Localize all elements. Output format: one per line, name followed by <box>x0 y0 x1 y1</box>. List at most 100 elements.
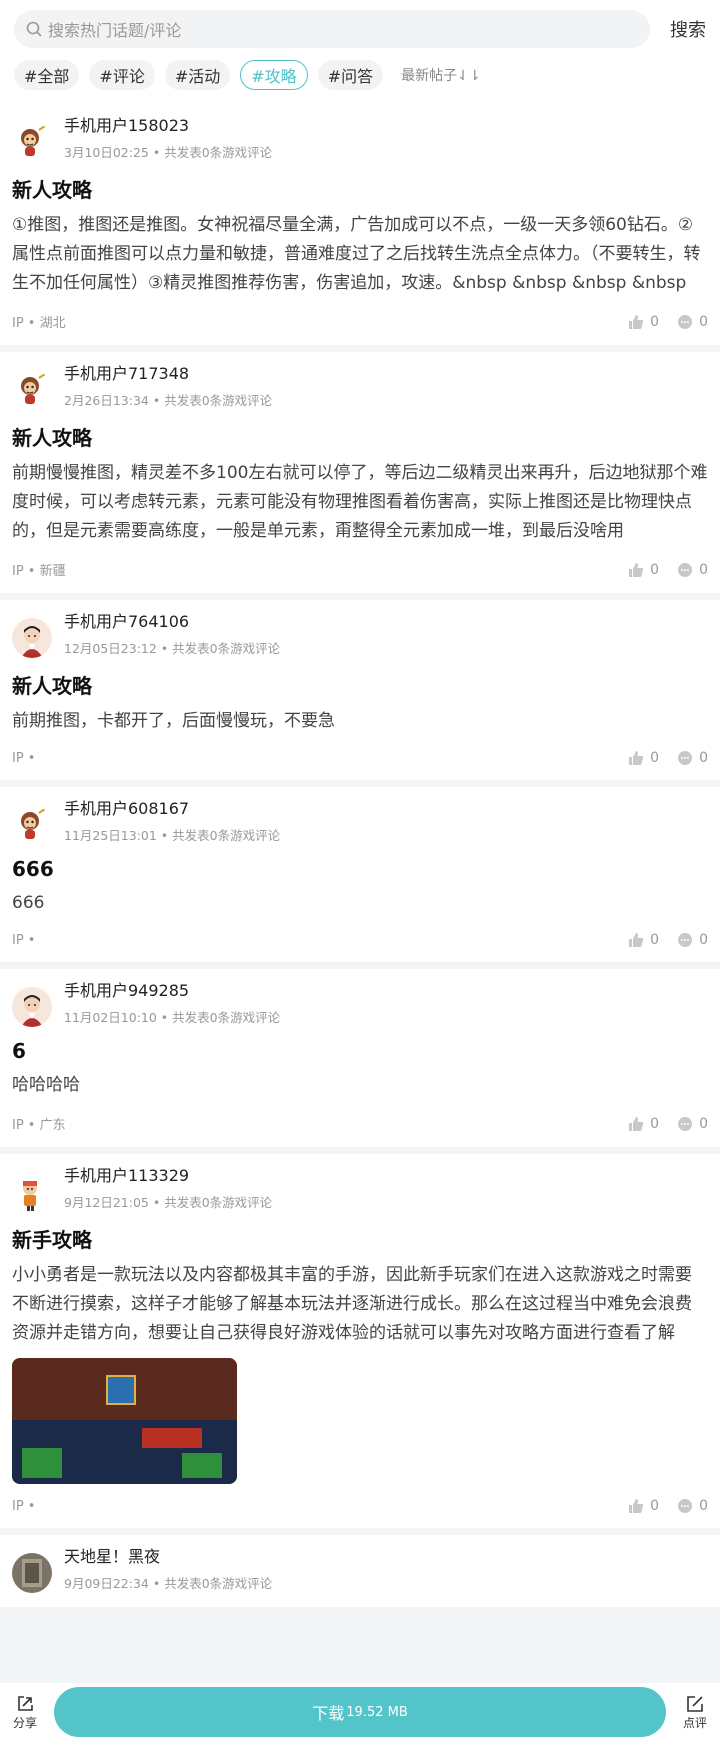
post-card[interactable]: 手机用户608167 11月25日13:01 • 共发表0条游戏评论 666 666 I… <box>0 787 720 962</box>
username[interactable]: 手机用户158023 <box>64 116 272 136</box>
like-button[interactable]: 0 <box>628 932 659 948</box>
tag-all[interactable]: #全部 <box>14 60 80 90</box>
search-button[interactable]: 搜索 <box>656 16 706 42</box>
like-count: 0 <box>650 1115 660 1132</box>
comment-count: 0 <box>699 1498 708 1514</box>
ip-location: IP • 新疆 <box>12 564 66 579</box>
post-title: 新人攻略 <box>12 178 92 202</box>
tag-qa[interactable]: #问答 <box>317 60 384 90</box>
avatar[interactable] <box>12 122 52 162</box>
edit-icon <box>687 1695 703 1712</box>
post-footer: IP • 湖北 0 0 <box>12 312 708 332</box>
username[interactable]: 天地星！黑夜 <box>64 1547 272 1567</box>
user-info: 手机用户113329 9月12日21:05 • 共发表0条游戏评论 <box>64 1166 272 1211</box>
post-meta: 11月25日13:01 • 共发表0条游戏评论 <box>64 828 281 843</box>
post-body: 哈哈哈哈 <box>12 1075 80 1095</box>
like-button[interactable]: 0 <box>628 314 659 330</box>
sort-dropdown[interactable]: 最新帖子⇃⇂ <box>401 65 480 85</box>
like-button[interactable]: 0 <box>628 1116 659 1132</box>
comment-button[interactable]: 0 <box>677 1116 708 1132</box>
search-placeholder: 搜索热门话题/评论 <box>48 21 182 40</box>
post-title: 新人攻略 <box>12 674 92 698</box>
comment-icon <box>678 933 693 947</box>
post-meta: 3月10日02:25 • 共发表0条游戏评论 <box>64 145 273 160</box>
post-body: 前期慢慢推图，精灵差不多100左右就可以停了，等后边二级精灵出来再升，后边地狱那… <box>12 463 708 541</box>
like-icon <box>629 314 644 329</box>
share-button[interactable]: 分享 <box>0 1694 50 1731</box>
download-size: 19.52 MB <box>346 1704 408 1720</box>
comment-icon <box>678 1116 693 1131</box>
search-row: 搜索热门话题/评论 搜索 <box>14 10 706 48</box>
user-info: 手机用户158023 3月10日02:25 • 共发表0条游戏评论 <box>64 116 272 161</box>
post-card[interactable]: 天地星！黑夜 9月09日22:34 • 共发表0条游戏评论 <box>0 1535 720 1607</box>
comment-icon <box>678 751 693 765</box>
post-card[interactable]: 手机用户949285 11月02日10:10 • 共发表0条游戏评论 6 哈哈哈哈 IP… <box>0 969 720 1147</box>
username[interactable]: 手机用户113329 <box>64 1166 272 1186</box>
share-icon <box>18 1695 33 1711</box>
avatar[interactable] <box>12 1172 52 1212</box>
post-card[interactable]: 手机用户158023 3月10日02:25 • 共发表0条游戏评论 新人攻略 ①推图，… <box>0 104 720 345</box>
avatar[interactable] <box>12 805 52 845</box>
post-meta: 9月09日22:34 • 共发表0条游戏评论 <box>64 1576 273 1591</box>
like-icon <box>629 1116 644 1131</box>
post-card[interactable]: 手机用户764106 12月05日23:12 • 共发表0条游戏评论新人攻略前期推… <box>0 600 720 780</box>
comment-button[interactable]: 0 <box>677 562 708 578</box>
post-card[interactable]: 手机用户113329 9月12日21:05 • 共发表0条游戏评论 新手攻略 小小勇者… <box>0 1154 720 1528</box>
post-body: 前期推图，卡都开了，后面慢慢玩，不要急 <box>12 711 335 731</box>
post-header: 手机用户949285 11月02日10:10 • 共发表0条游戏评论 <box>12 981 708 1027</box>
post-header: 手机用户113329 9月12日21:05 • 共发表0条游戏评论 <box>12 1166 708 1212</box>
post-header: 手机用户717348 2月26日13:34 • 共发表0条游戏评论 <box>12 364 708 410</box>
tag-filter-row: #全部 #评论 #活动 #攻略 #问答 最新帖子⇃⇂ <box>14 60 706 90</box>
post-body: 666 <box>12 893 45 913</box>
comment-icon <box>678 1499 693 1513</box>
post-title: 新人攻略 <box>12 426 92 450</box>
ip-location: IP • 湖北 <box>12 316 66 331</box>
avatar[interactable] <box>12 987 52 1027</box>
post-footer: IP • 0 0 <box>12 750 708 766</box>
post-footer: IP • 0 0 <box>12 932 708 948</box>
comment-count: 0 <box>699 1115 708 1132</box>
tag-guide[interactable]: #攻略 <box>240 60 308 90</box>
tag-activity[interactable]: #活动 <box>164 60 231 90</box>
comment-count: 0 <box>699 313 708 330</box>
avatar[interactable] <box>12 370 52 410</box>
post-header: 手机用户764106 12月05日23:12 • 共发表0条游戏评论 <box>12 612 708 658</box>
comment-button[interactable]: 0 <box>677 750 708 766</box>
post-meta: 11月02日10:10 • 共发表0条游戏评论 <box>64 1010 281 1025</box>
like-button[interactable]: 0 <box>628 562 659 578</box>
like-icon <box>629 933 644 947</box>
like-count: 0 <box>650 750 660 766</box>
comment-button[interactable]: 0 <box>677 314 708 330</box>
ip-location: IP • <box>12 1498 36 1514</box>
comment-button[interactable]: 0 <box>677 1498 708 1514</box>
review-button[interactable]: 点评 <box>670 1694 720 1731</box>
avatar[interactable] <box>12 618 52 658</box>
like-count: 0 <box>650 313 660 330</box>
post-title: 6 <box>12 1039 26 1063</box>
comment-count: 0 <box>699 932 708 948</box>
like-button[interactable]: 0 <box>628 750 659 766</box>
post-meta: 12月05日23:12 • 共发表0条游戏评论 <box>64 641 281 656</box>
comment-button[interactable]: 0 <box>677 932 708 948</box>
like-icon <box>629 1499 644 1513</box>
ip-location: IP • <box>12 932 36 948</box>
tag-review[interactable]: #评论 <box>89 60 155 90</box>
download-button[interactable]: 下载 19.52 MB <box>54 1687 666 1737</box>
search-input[interactable]: 搜索热门话题/评论 <box>14 10 650 48</box>
post-footer: IP • 0 0 <box>12 1498 708 1514</box>
post-image[interactable] <box>12 1358 237 1484</box>
username[interactable]: 手机用户949285 <box>64 981 280 1001</box>
bottom-bar: 分享 下载 19.52 MB 点评 <box>0 1683 720 1741</box>
share-label: 分享 <box>12 1715 37 1730</box>
post-body: 小小勇者是一款玩法以及内容都极其丰富的手游，因此新手玩家们在进入这款游戏之时需要… <box>12 1265 692 1343</box>
like-count: 0 <box>650 1498 660 1514</box>
user-info: 手机用户717348 2月26日13:34 • 共发表0条游戏评论 <box>64 364 272 409</box>
username[interactable]: 手机用户764106 <box>64 612 280 632</box>
post-footer: IP • 新疆 0 0 <box>12 560 708 580</box>
avatar[interactable] <box>12 1553 52 1593</box>
ip-location: IP • <box>12 750 36 766</box>
username[interactable]: 手机用户608167 <box>64 799 280 819</box>
like-button[interactable]: 0 <box>628 1498 659 1514</box>
post-card[interactable]: 手机用户717348 2月26日13:34 • 共发表0条游戏评论新人攻略前期慢慢… <box>0 352 720 593</box>
username[interactable]: 手机用户717348 <box>64 364 272 384</box>
